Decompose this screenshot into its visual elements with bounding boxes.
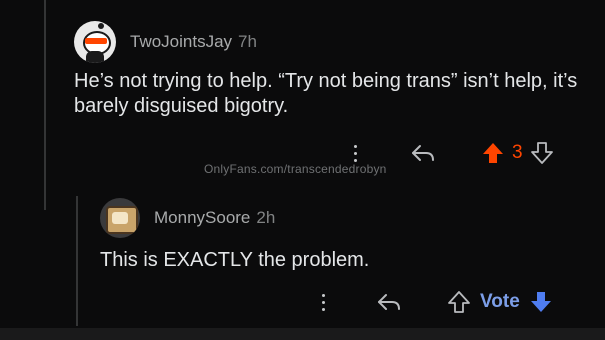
upvote-button[interactable] [444, 287, 474, 317]
more-options-icon [321, 293, 325, 311]
reply-icon [412, 145, 434, 161]
comment-body: He’s not trying to help. “Try not being … [74, 70, 578, 117]
downvote-icon [530, 292, 551, 312]
reply-icon [378, 294, 400, 310]
avatar-glasses [85, 38, 107, 44]
comment-monnysoore: MonnySoore 2h This is EXACTLY the proble… [100, 196, 595, 273]
more-options-button[interactable] [308, 287, 338, 317]
comment-body: This is EXACTLY the problem. [100, 249, 370, 271]
vote-label: Vote [480, 291, 520, 312]
avatar[interactable] [100, 198, 140, 238]
avatar-face [112, 212, 128, 224]
avatar-antenna [98, 23, 104, 29]
upvote-icon [448, 291, 470, 313]
downvote-button[interactable] [527, 138, 557, 168]
username[interactable]: TwoJointsJay [130, 32, 232, 52]
timestamp: 2h [256, 208, 276, 227]
avatar[interactable] [74, 21, 116, 63]
comment-thread: TwoJointsJay 7h He’s not trying to help.… [0, 0, 605, 340]
thread-line[interactable] [44, 0, 46, 210]
comment-header: MonnySoore 2h [100, 196, 595, 240]
avatar-body [86, 51, 104, 63]
reply-button[interactable] [408, 138, 438, 168]
thread-line-nested[interactable] [76, 196, 78, 326]
username[interactable]: MonnySoore [154, 208, 250, 228]
comment-twojointsjay: TwoJointsJay 7h He’s not trying to help.… [74, 20, 594, 119]
reply-button[interactable] [374, 287, 404, 317]
vote-score: 3 [512, 142, 523, 163]
downvote-button[interactable] [526, 287, 556, 317]
more-options-icon [353, 144, 357, 162]
bottom-bar [0, 328, 605, 340]
upvote-button[interactable] [478, 138, 508, 168]
timestamp: 7h [238, 32, 257, 51]
downvote-icon [530, 142, 553, 164]
comment-actions: Vote [308, 287, 556, 317]
watermark: OnlyFans.com/transcendedrobyn [204, 162, 387, 176]
comment-header: TwoJointsJay 7h [74, 20, 594, 64]
upvote-icon [483, 143, 503, 163]
